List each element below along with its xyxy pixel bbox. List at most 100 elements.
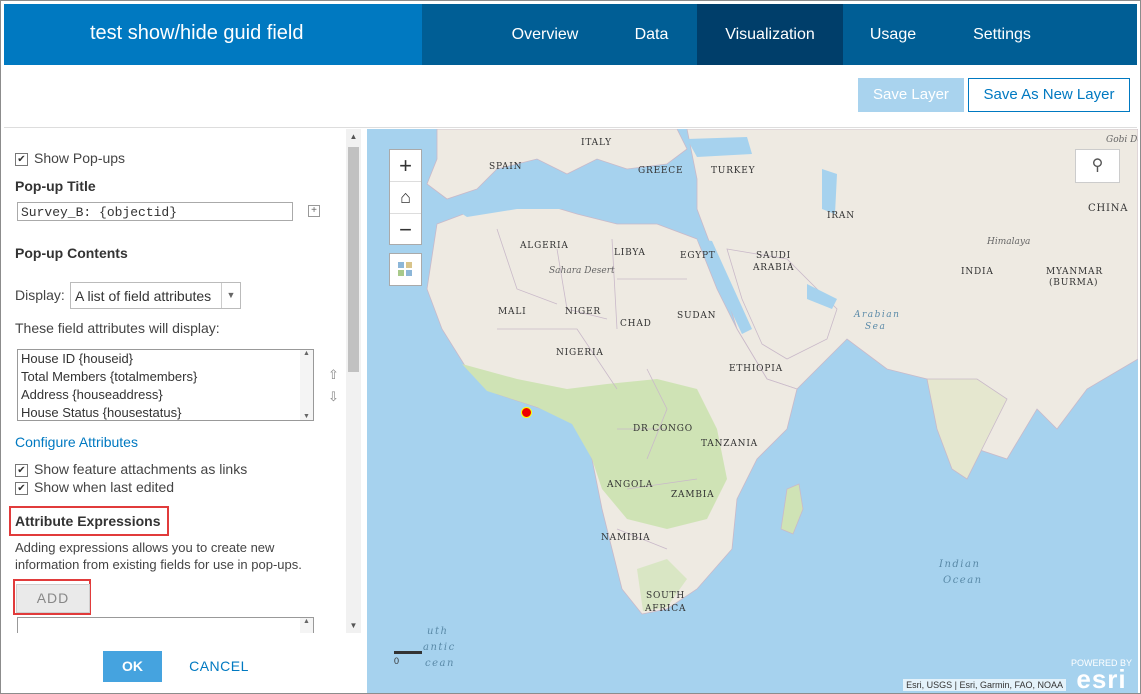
attr-expr-desc-line2: information from existing fields for use… xyxy=(15,557,302,572)
tab-overview[interactable]: Overview xyxy=(490,4,600,65)
toolbar: Save Layer Save As New Layer xyxy=(4,65,1137,128)
scroll-up-icon[interactable]: ▲ xyxy=(300,350,313,357)
panel-scrollbar[interactable]: ▲ ▼ xyxy=(346,129,361,633)
map-label: GREECE xyxy=(638,166,684,176)
map-label: Ocean xyxy=(943,575,983,586)
scroll-up-icon[interactable]: ▲ xyxy=(346,129,361,144)
tab-data[interactable]: Data xyxy=(609,4,694,65)
app-title: test show/hide guid field xyxy=(90,22,304,44)
zoom-in-button[interactable]: + xyxy=(390,150,421,182)
search-icon[interactable]: ⚲ xyxy=(1075,149,1120,183)
tab-visualization[interactable]: Visualization xyxy=(697,4,843,65)
scroll-up-icon[interactable]: ▲ xyxy=(300,618,313,633)
grid-icon xyxy=(398,262,412,276)
tab-usage[interactable]: Usage xyxy=(849,4,937,65)
map-label: ARABIA xyxy=(753,263,795,273)
header-bar: test show/hide guid field Overview Data … xyxy=(4,4,1137,65)
map-label: Sea xyxy=(865,322,887,332)
app-window: test show/hide guid field Overview Data … xyxy=(0,0,1141,694)
map-label: NIGERIA xyxy=(556,348,604,358)
attachments-label: Show feature attachments as links xyxy=(34,461,248,477)
plus-icon[interactable]: + xyxy=(308,205,320,217)
map-label: Indian xyxy=(939,559,981,570)
map-label: (BURMA) xyxy=(1049,278,1099,288)
esri-logo: POWERED BY esri xyxy=(1071,658,1132,693)
save-as-new-layer-button[interactable]: Save As New Layer xyxy=(968,78,1130,112)
map-label: MYANMAR xyxy=(1046,267,1103,277)
last-edited-checkbox[interactable]: ✔ xyxy=(15,482,28,495)
zoom-control: + ⌂ − xyxy=(389,149,422,245)
map-label: Arabian xyxy=(854,310,901,320)
map-label: NIGER xyxy=(565,307,601,317)
list-item[interactable]: House Status {housestatus} xyxy=(18,404,313,420)
cancel-button[interactable]: CANCEL xyxy=(187,651,251,682)
field-attributes-list[interactable]: House ID {houseid} Total Members {totalm… xyxy=(17,349,314,421)
display-select[interactable]: A list of field attributes ▼ xyxy=(70,282,241,309)
esri-brand: esri xyxy=(1076,664,1127,693)
scroll-down-icon[interactable]: ▼ xyxy=(346,618,361,633)
scale-label: 0 xyxy=(394,656,400,666)
map-label: AFRICA xyxy=(645,604,687,614)
map-label: DR CONGO xyxy=(633,424,693,434)
save-layer-button[interactable]: Save Layer xyxy=(858,78,964,112)
popup-title-input[interactable]: Survey_B: {objectid} xyxy=(17,202,293,221)
add-expression-button[interactable]: ADD xyxy=(16,584,90,613)
popup-config-panel: ✔ Show Pop-ups Pop-up Title Survey_B: {o… xyxy=(4,129,365,693)
scale-line xyxy=(394,651,422,654)
last-edited-label: Show when last edited xyxy=(34,479,175,495)
move-down-icon[interactable]: ⇩ xyxy=(328,389,339,405)
scale-bar: 0 xyxy=(394,651,422,666)
home-icon[interactable]: ⌂ xyxy=(390,182,421,214)
map-label: SOUTH xyxy=(646,591,685,601)
map-label: MALI xyxy=(498,307,527,317)
attachments-checkbox[interactable]: ✔ xyxy=(15,464,28,477)
basemap-gallery-button[interactable] xyxy=(389,253,422,286)
fields-display-label: These field attributes will display: xyxy=(15,320,220,336)
map-label: IRAN xyxy=(827,211,855,221)
zoom-out-button[interactable]: − xyxy=(390,214,421,245)
map-label: ALGERIA xyxy=(520,241,569,251)
popup-title-heading: Pop-up Title xyxy=(15,178,96,194)
map-label: ZAMBIA xyxy=(671,490,715,500)
feature-point[interactable] xyxy=(521,407,532,418)
tab-settings[interactable]: Settings xyxy=(954,4,1050,65)
expressions-list[interactable]: ▲ xyxy=(17,617,314,633)
title-area: test show/hide guid field xyxy=(4,4,422,65)
show-popups-label: Show Pop-ups xyxy=(34,150,126,166)
scrollbar-thumb[interactable] xyxy=(348,147,359,372)
map-label: INDIA xyxy=(961,267,994,277)
map-label: TANZANIA xyxy=(701,439,758,449)
map-label: antic xyxy=(423,642,456,653)
list-item[interactable]: Address {houseaddress} xyxy=(18,386,313,404)
map-label: LIBYA xyxy=(614,248,646,258)
map-label: Sahara Desert xyxy=(549,266,615,276)
map-attribution[interactable]: Esri, USGS | Esri, Garmin, FAO, NOAA xyxy=(903,679,1066,691)
map-label: CHAD xyxy=(620,319,652,329)
display-label: Display: xyxy=(15,287,65,303)
map-view[interactable]: SPAIN ITALY GREECE TURKEY ALGERIA LIBYA … xyxy=(367,129,1138,693)
list-item[interactable]: House ID {houseid} xyxy=(18,350,313,368)
list-scrollbar[interactable]: ▲ ▼ xyxy=(300,350,313,420)
move-up-icon[interactable]: ⇧ xyxy=(328,367,339,383)
map-label: EGYPT xyxy=(680,251,716,261)
chevron-down-icon: ▼ xyxy=(221,283,240,308)
ok-button[interactable]: OK xyxy=(103,651,162,682)
basemap xyxy=(426,129,1138,615)
map-label: ETHIOPIA xyxy=(729,364,783,374)
map-label: Gobi De xyxy=(1106,135,1138,145)
scroll-down-icon[interactable]: ▼ xyxy=(300,413,313,420)
attribute-expressions-heading: Attribute Expressions xyxy=(15,513,161,529)
map-label: ANGOLA xyxy=(607,480,654,490)
map-label: TURKEY xyxy=(711,166,756,176)
list-item[interactable]: Total Members {totalmembers} xyxy=(18,368,313,386)
map-label: ITALY xyxy=(581,138,612,148)
attr-expr-desc-line1: Adding expressions allows you to create … xyxy=(15,540,275,555)
display-select-value: A list of field attributes xyxy=(75,288,212,304)
panel-scroll-area[interactable]: ✔ Show Pop-ups Pop-up Title Survey_B: {o… xyxy=(4,129,345,633)
map-label: cean xyxy=(425,658,455,669)
map-label: SUDAN xyxy=(677,311,717,321)
map-label: CHINA xyxy=(1088,203,1129,214)
show-popups-checkbox[interactable]: ✔ xyxy=(15,153,28,166)
configure-attributes-link[interactable]: Configure Attributes xyxy=(15,434,138,450)
map-label: SPAIN xyxy=(489,162,523,172)
